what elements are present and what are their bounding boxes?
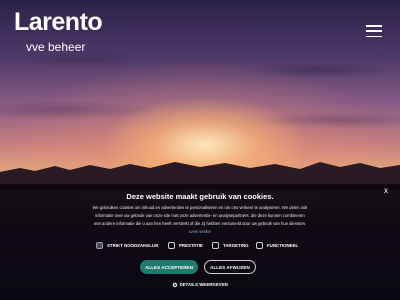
checkbox-functional[interactable] <box>256 241 263 249</box>
checkbox-targeting[interactable] <box>212 241 219 249</box>
option-label: STRIKT NOODZAKELIJK <box>107 242 159 248</box>
cookie-title: Deze website maakt gebruik van cookies. <box>126 192 274 201</box>
option-performance[interactable]: PRESTATIE <box>168 240 203 250</box>
option-label: TARGETING <box>223 242 249 248</box>
hamburger-icon[interactable] <box>366 25 382 38</box>
site-tagline: vve beheer <box>26 40 86 54</box>
option-label: FUNCTIONEEL <box>267 242 299 248</box>
cookie-description: We gebruiken cookies om inhoud en advert… <box>92 204 308 236</box>
site-logo[interactable]: Larento <box>14 8 103 37</box>
details-label: DETAILS WEERGEVEN <box>179 282 228 287</box>
option-functional[interactable]: FUNCTIONEEL <box>256 240 298 250</box>
option-label: PRESTATIE <box>179 242 203 248</box>
cookie-options: STRIKT NOODZAKELIJK PRESTATIE TARGETING … <box>96 240 316 250</box>
checkbox-strictly-necessary[interactable] <box>96 241 103 249</box>
cookie-body-text: We gebruiken cookies om inhoud en advert… <box>92 205 308 226</box>
option-targeting[interactable]: TARGETING <box>212 240 249 250</box>
read-more-link[interactable]: Lees verder <box>189 229 211 234</box>
checkbox-performance[interactable] <box>168 241 175 249</box>
gear-icon: ⚙ <box>172 283 178 289</box>
show-details-button[interactable]: ⚙ DETAILS WEERGEVEN <box>0 282 400 289</box>
option-strictly-necessary[interactable]: STRIKT NOODZAKELIJK <box>96 240 159 250</box>
accept-all-button[interactable]: ALLES ACCEPTEREN <box>140 260 198 274</box>
reject-all-button[interactable]: ALLES AFWIJZEN <box>204 260 256 274</box>
